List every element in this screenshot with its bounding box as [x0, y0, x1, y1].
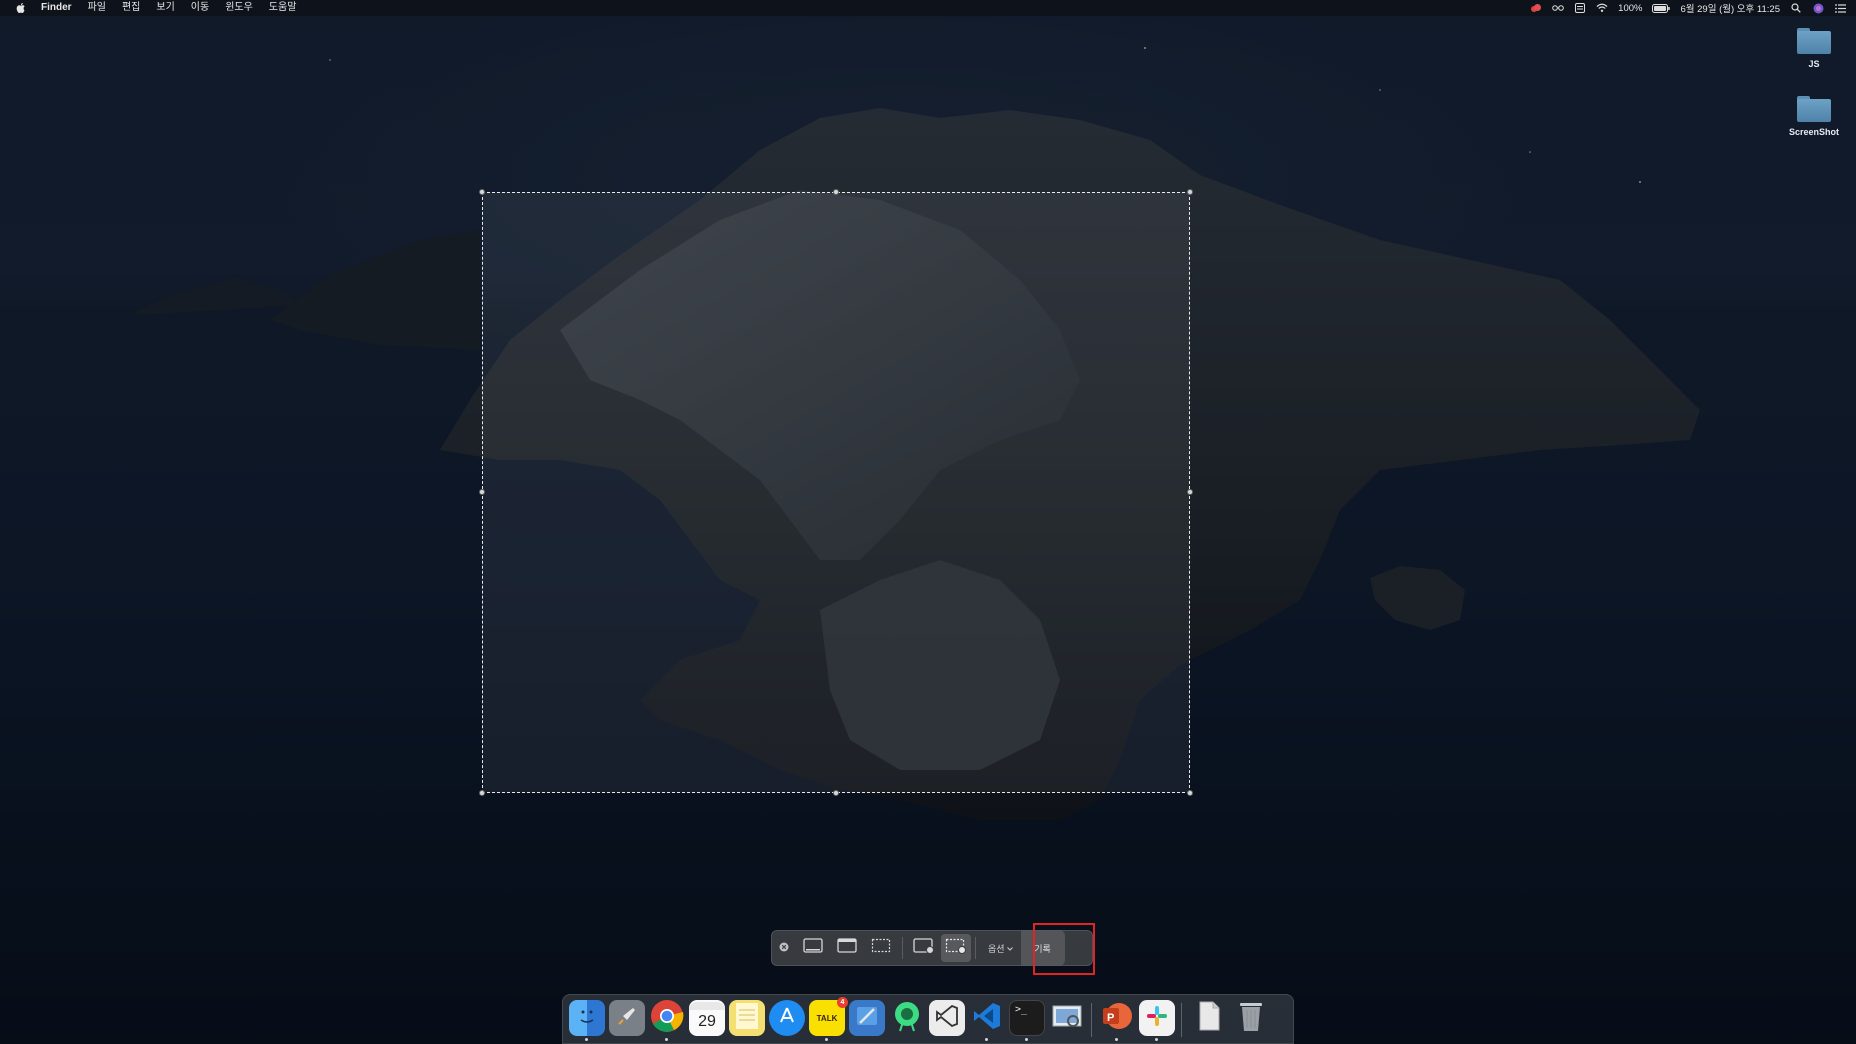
- selection-icon: [871, 938, 891, 959]
- dock-separator: [1091, 1003, 1092, 1037]
- dock: 29 TALK 4 >_ P: [562, 994, 1294, 1044]
- desktop-folder-label: JS: [1808, 59, 1820, 69]
- screen-icon: [803, 937, 823, 959]
- dock-finder[interactable]: [569, 1000, 605, 1036]
- capture-window-button[interactable]: [830, 930, 864, 966]
- menu-file[interactable]: 파일: [80, 0, 114, 16]
- dock-chrome[interactable]: [649, 999, 685, 1038]
- battery-icon[interactable]: [1652, 2, 1671, 14]
- desktop-folder-screenshot[interactable]: ScreenShot: [1784, 96, 1844, 137]
- capture-selection-area[interactable]: [479, 189, 1193, 796]
- resize-handle-bottom[interactable]: [833, 790, 839, 796]
- menubar-clock[interactable]: 6월 29일 (월) 오후 11:25: [1680, 1, 1780, 15]
- options-label: 옵션: [988, 943, 1005, 954]
- trash-icon: [1238, 1000, 1264, 1037]
- menu-finder[interactable]: Finder: [41, 0, 80, 16]
- dock-slack[interactable]: [1139, 1000, 1175, 1036]
- vscode-icon: [972, 1001, 1002, 1036]
- resize-handle-bottom-right[interactable]: [1187, 790, 1193, 796]
- notification-center-icon[interactable]: [1834, 2, 1846, 14]
- record-entire-screen-button[interactable]: [907, 930, 941, 966]
- dock-app-store[interactable]: [769, 1000, 805, 1036]
- desktop-folder-js[interactable]: JS: [1784, 28, 1844, 69]
- dock-preview[interactable]: [1049, 1000, 1085, 1036]
- desktop-folder-label: ScreenShot: [1788, 127, 1839, 137]
- svg-text:P: P: [1107, 1012, 1114, 1024]
- spotlight-search-icon[interactable]: [1790, 2, 1802, 14]
- powerpoint-icon: P: [1101, 1000, 1133, 1037]
- window-icon: [837, 937, 857, 959]
- dock-launchpad[interactable]: [609, 1000, 645, 1036]
- menu-window[interactable]: 윈도우: [217, 0, 261, 16]
- siri-icon[interactable]: [1812, 2, 1824, 14]
- chrome-icon: [650, 999, 684, 1038]
- dock-vscode[interactable]: [969, 1000, 1005, 1036]
- capture-selection-button[interactable]: [864, 930, 898, 966]
- running-indicator: [1025, 1038, 1028, 1041]
- dock-xcode[interactable]: [849, 1000, 885, 1036]
- options-button[interactable]: 옵션: [980, 930, 1021, 966]
- dock-kakaotalk[interactable]: TALK 4: [809, 997, 848, 1036]
- calendar-day: 29: [698, 1013, 716, 1030]
- menu-help[interactable]: 도움말: [261, 0, 305, 16]
- document-icon: [1197, 1001, 1221, 1036]
- calendar-icon: [689, 1002, 725, 1010]
- running-indicator: [985, 1038, 988, 1041]
- close-toolbar-button[interactable]: [772, 930, 796, 966]
- running-indicator: [1115, 1038, 1118, 1041]
- running-indicator: [1155, 1038, 1158, 1041]
- record-selection-button[interactable]: [941, 934, 971, 962]
- menu-edit[interactable]: 편집: [114, 0, 148, 16]
- dock-vscode-insiders[interactable]: [929, 1000, 965, 1036]
- preview-icon: [1051, 1001, 1083, 1036]
- battery-percentage: 100%: [1618, 2, 1643, 14]
- slack-icon: [1146, 1005, 1168, 1032]
- notification-badge: 4: [837, 997, 848, 1008]
- resize-handle-top-right[interactable]: [1187, 189, 1193, 195]
- notes-icon: [734, 1002, 760, 1035]
- wifi-icon[interactable]: [1596, 2, 1608, 14]
- record-screen-icon: [913, 937, 935, 959]
- dock-android-studio[interactable]: [889, 1000, 925, 1036]
- creative-cloud-icon[interactable]: [1530, 2, 1542, 14]
- appstore-icon: [776, 1005, 798, 1032]
- rocket-icon: [615, 1004, 639, 1033]
- vscode-light-icon: [935, 1004, 959, 1033]
- dock-separator: [1181, 1003, 1182, 1037]
- close-icon: [779, 939, 789, 957]
- capture-entire-screen-button[interactable]: [796, 930, 830, 966]
- android-studio-icon: [891, 1000, 923, 1037]
- toolbar-divider: [902, 937, 903, 959]
- kakaotalk-icon: TALK: [816, 1013, 838, 1023]
- folder-icon: [1797, 28, 1831, 54]
- dock-calendar[interactable]: 29: [689, 1000, 725, 1036]
- dock-powerpoint[interactable]: P: [1099, 1000, 1135, 1036]
- menu-go[interactable]: 이동: [183, 0, 217, 16]
- xcode-icon: [854, 1003, 880, 1034]
- chevron-down-icon: [1006, 943, 1013, 953]
- toolbar-divider: [975, 937, 976, 959]
- running-indicator: [665, 1038, 668, 1041]
- menu-bar: Finder 파일 편집 보기 이동 윈도우 도움말 100% 6월 29일 (…: [0, 0, 1856, 16]
- calendar-status-icon[interactable]: [1574, 2, 1586, 14]
- dock-terminal[interactable]: >_: [1009, 1000, 1045, 1036]
- resize-handle-top[interactable]: [833, 189, 839, 195]
- finder-icon: [574, 1003, 600, 1034]
- running-indicator: [585, 1038, 588, 1041]
- record-button-highlight-box: [1033, 923, 1095, 975]
- apple-menu-icon[interactable]: [15, 2, 27, 14]
- resize-handle-left[interactable]: [479, 489, 485, 495]
- record-selection-icon: [945, 938, 967, 959]
- dock-trash[interactable]: [1233, 1000, 1269, 1036]
- resize-handle-right[interactable]: [1187, 489, 1193, 495]
- resize-handle-bottom-left[interactable]: [479, 790, 485, 796]
- menu-view[interactable]: 보기: [148, 0, 182, 16]
- glasses-icon[interactable]: [1552, 2, 1564, 14]
- resize-handle-top-left[interactable]: [479, 189, 485, 195]
- terminal-icon: >_: [1015, 1004, 1028, 1015]
- folder-icon: [1797, 96, 1831, 122]
- dock-notes[interactable]: [729, 1000, 765, 1036]
- running-indicator: [825, 1038, 828, 1041]
- dock-documents-stack[interactable]: [1191, 1000, 1227, 1036]
